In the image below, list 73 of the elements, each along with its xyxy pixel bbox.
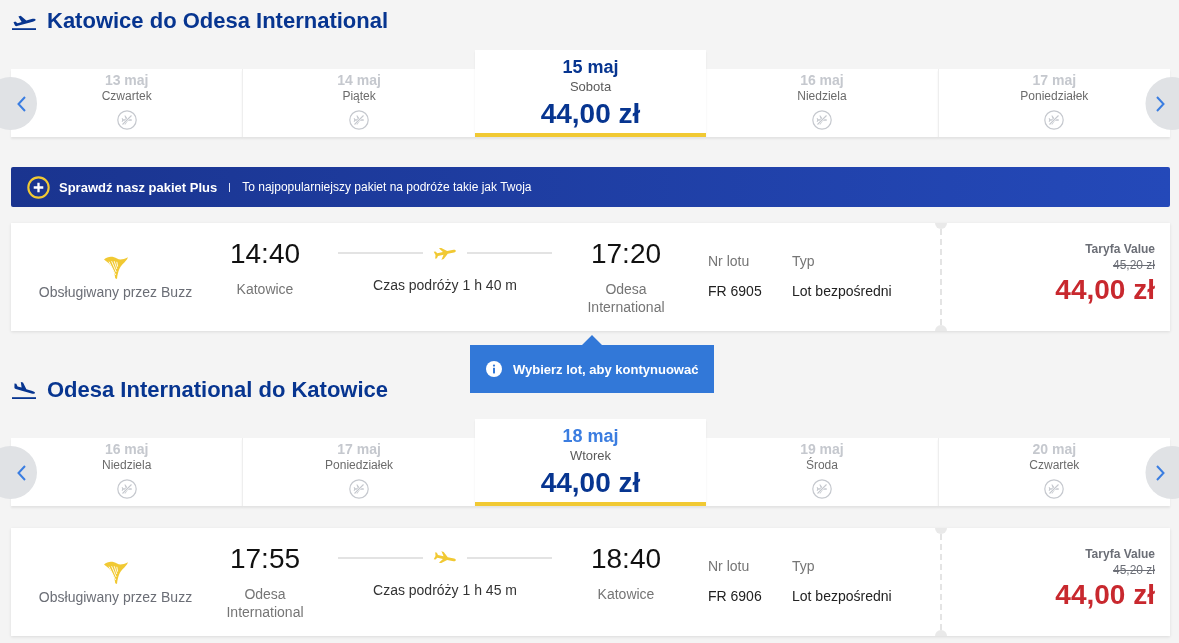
duration-text: Czas podróży 1 h 40 m: [373, 276, 517, 294]
flight-type-label: Typ: [792, 557, 816, 575]
day-date: 20 maj: [1032, 441, 1077, 457]
flight-number: FR 6906: [708, 587, 763, 605]
fare-name: Taryfa Value: [1085, 241, 1155, 257]
day-date: 16 maj: [104, 441, 149, 457]
departure-time: 17:55: [229, 543, 301, 575]
old-price: 45,20 zł: [1112, 257, 1155, 274]
arrival-time: 17:20: [590, 238, 662, 270]
day-tab[interactable]: 15 maj Sobota 44,00 zł: [474, 50, 707, 137]
day-tab[interactable]: 17 maj Poniedziałek: [937, 69, 1171, 137]
plane-landing-icon: [12, 381, 36, 399]
plus-circle-icon: [27, 175, 50, 199]
day-price: 44,00 zł: [540, 467, 641, 499]
day-tab[interactable]: 17 maj Poniedziałek: [242, 438, 475, 506]
flight-number-label: Nr lotu: [708, 557, 751, 575]
day-date: 19 maj: [800, 441, 844, 457]
arrival-airport: Odesa International: [586, 280, 666, 316]
day-weekday: Poniedziałek: [325, 457, 394, 473]
tooltip-text: Wybierz lot, aby kontynuować: [513, 361, 699, 377]
flight-number-label: Nr lotu: [708, 252, 751, 270]
chevron-right-icon: [1156, 95, 1165, 112]
departure-airport: Odesa International: [225, 585, 305, 621]
day-tab[interactable]: 13 maj Czwartek: [11, 69, 243, 137]
duration-text: Czas podróży 1 h 45 m: [373, 581, 517, 599]
promo-banner[interactable]: Sprawdź nasz pakiet Plus To najpopularniejszy pakiet na podróże takie jak Twoja: [11, 167, 1170, 207]
route-heading: Katowice do Odesa International: [47, 7, 389, 35]
operator-text: Obsługiwany przez Buzz: [38, 283, 193, 301]
day-tab[interactable]: 20 maj Czwartek: [937, 438, 1171, 506]
harp-icon: [102, 559, 129, 585]
day-weekday: Czwartek: [101, 88, 152, 104]
day-date: 13 maj: [104, 72, 149, 88]
info-icon: [486, 361, 502, 377]
route-heading: Odesa International do Katowice: [47, 376, 389, 404]
flight-number: FR 6905: [708, 282, 763, 300]
day-date: 18 maj: [562, 425, 619, 447]
day-weekday: Wtorek: [569, 447, 612, 465]
day-weekday: Czwartek: [1029, 457, 1080, 473]
flight-type: Lot bezpośredni: [792, 587, 892, 605]
departure-airport: Katowice: [236, 280, 294, 298]
day-date: 17 maj: [337, 441, 381, 457]
day-weekday: Piątek: [342, 88, 376, 104]
fare-name: Taryfa Value: [1085, 546, 1155, 562]
fare-price: 44,00 zł: [1055, 274, 1155, 306]
chevron-left-icon: [17, 95, 26, 112]
departure-time: 14:40: [229, 238, 301, 270]
flight-type-label: Typ: [792, 252, 816, 270]
chevron-left-icon: [17, 464, 26, 481]
day-tab[interactable]: 14 maj Piątek: [242, 69, 475, 137]
day-weekday: Środa: [805, 457, 838, 473]
day-tab[interactable]: 16 maj Niedziela: [11, 438, 243, 506]
arrival-airport: Katowice: [597, 585, 655, 603]
day-weekday: Poniedziałek: [1020, 88, 1089, 104]
day-weekday: Sobota: [569, 78, 612, 96]
old-price: 45,20 zł: [1112, 562, 1155, 579]
day-weekday: Niedziela: [797, 88, 847, 104]
harp-icon: [102, 254, 129, 280]
day-tab[interactable]: 19 maj Środa: [706, 438, 938, 506]
day-tab[interactable]: 16 maj Niedziela: [706, 69, 938, 137]
day-tab[interactable]: 18 maj Wtorek 44,00 zł: [474, 419, 707, 506]
promo-title: Sprawdź nasz pakiet Plus: [59, 179, 218, 195]
day-date: 14 maj: [337, 72, 381, 88]
day-weekday: Niedziela: [102, 457, 152, 473]
day-date: 15 maj: [562, 56, 619, 78]
day-date: 17 maj: [1032, 72, 1077, 88]
chevron-right-icon: [1156, 464, 1165, 481]
operator-text: Obsługiwany przez Buzz: [38, 588, 193, 606]
promo-text: To najpopularniejszy pakiet na podróże takie jak Twoja: [242, 180, 532, 194]
fare-price: 44,00 zł: [1055, 579, 1155, 611]
flight-type: Lot bezpośredni: [792, 282, 892, 300]
day-price: 44,00 zł: [540, 98, 641, 130]
day-date: 16 maj: [800, 72, 844, 88]
arrival-time: 18:40: [590, 543, 662, 575]
